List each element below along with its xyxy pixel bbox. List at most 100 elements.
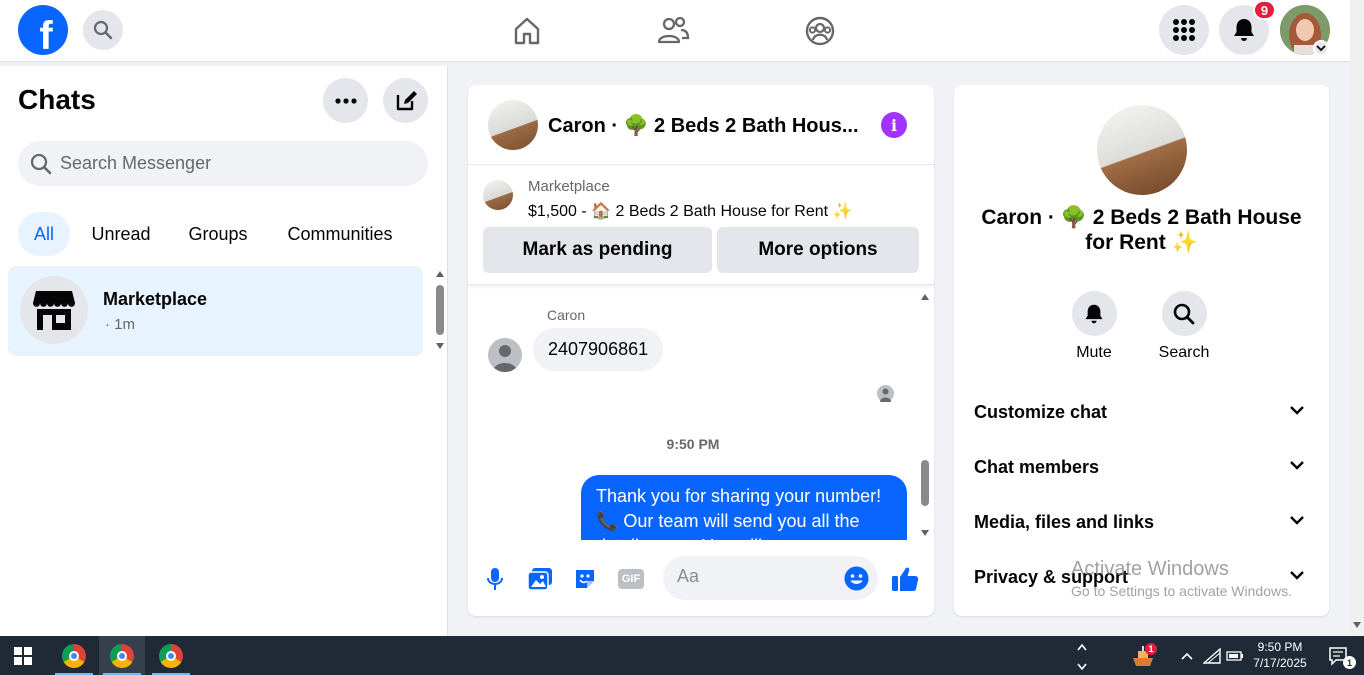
menu-grid-icon (1173, 19, 1195, 41)
mute-action[interactable]: Mute (1054, 291, 1134, 362)
taskbar-clock[interactable]: 9:50 PM 7/17/2025 (1245, 639, 1315, 671)
notification-center-count: 1 (1343, 656, 1356, 669)
sticker-button[interactable] (572, 566, 598, 592)
tab-groups[interactable]: Groups (175, 212, 261, 256)
conversation-header: Caron · 🌳 2 Beds 2 Bath Hous... i (468, 85, 934, 165)
conversation-info-button[interactable]: i (881, 112, 907, 138)
search-icon (93, 20, 113, 40)
tab-communities[interactable]: Communities (272, 212, 408, 256)
attach-photo-button[interactable] (527, 566, 553, 592)
page-scrollbar[interactable] (1350, 0, 1364, 636)
taskbar-app-with-badge[interactable]: 1 (1120, 636, 1166, 675)
chevron-up-icon (1181, 652, 1193, 660)
media-files-links-section[interactable]: Media, files and links (954, 498, 1329, 548)
chats-scrollbar[interactable] (434, 271, 446, 351)
outgoing-message-bubble[interactable]: Thank you for sharing your number! 📞 Our… (581, 475, 907, 540)
facebook-logo-letter: f (39, 14, 53, 55)
action-center-button[interactable]: 1 (1318, 636, 1358, 675)
privacy-support-section[interactable]: Privacy & support (954, 553, 1329, 603)
compose-icon (396, 90, 417, 110)
chat-list-item-marketplace[interactable]: Marketplace · 1m (8, 266, 423, 356)
default-avatar-icon (493, 345, 517, 372)
chevron-down-icon (1290, 406, 1304, 415)
new-message-button[interactable] (383, 78, 428, 123)
chrome-icon (110, 643, 134, 668)
customize-chat-section[interactable]: Customize chat (954, 388, 1329, 438)
chrome-icon (62, 643, 86, 668)
bell-icon (1234, 19, 1254, 41)
tab-all[interactable]: All (18, 212, 70, 256)
search-label: Search (1158, 344, 1210, 361)
scroll-up-arrow[interactable] (436, 271, 444, 277)
scroll-down-arrow[interactable] (921, 530, 929, 536)
scrollbar-thumb[interactable] (436, 285, 444, 335)
battery-button[interactable] (1224, 636, 1246, 675)
listing-profile-image[interactable] (1097, 105, 1187, 195)
account-menu-chevron[interactable] (1313, 40, 1329, 56)
send-like-button[interactable] (891, 566, 919, 592)
gif-button[interactable]: GIF (617, 566, 645, 592)
search-messenger-input[interactable] (60, 153, 390, 174)
top-navigation-bar: f 9 (0, 0, 1350, 62)
sender-avatar[interactable] (488, 338, 522, 372)
section-label: Media, files and links (974, 512, 1155, 532)
chrome-icon (159, 643, 183, 668)
chevron-down-icon (1290, 571, 1304, 580)
mute-button[interactable] (1071, 291, 1117, 336)
windows-taskbar: 1 9:50 PM 7/17/2025 1 (0, 636, 1364, 675)
menu-button[interactable] (1159, 5, 1209, 55)
battery-icon (1226, 650, 1243, 661)
conversation-scrollbar[interactable] (918, 290, 932, 538)
groups-nav-button[interactable] (800, 12, 840, 50)
scroll-down-arrow[interactable] (436, 343, 444, 349)
chat-timestamp: · 1m (105, 316, 135, 333)
default-avatar-icon (880, 388, 891, 402)
info-panel-title: Caron · 🌳 2 Beds 2 Bath House for Rent ✨ (981, 206, 1302, 254)
friends-nav-button[interactable] (653, 12, 693, 50)
conversation-avatar[interactable] (488, 100, 538, 150)
voice-clip-button[interactable] (482, 566, 508, 592)
incoming-message-bubble[interactable]: 2407906861 (533, 328, 664, 371)
friends-icon (657, 16, 690, 44)
message-input[interactable] (677, 566, 827, 587)
scrollbar-thumb[interactable] (921, 460, 929, 506)
network-button[interactable] (1200, 636, 1224, 675)
chat-options-button[interactable] (323, 78, 368, 123)
info-icon: i (890, 115, 898, 135)
facebook-logo[interactable]: f (18, 5, 68, 55)
mark-as-pending-button[interactable]: Mark as pending (483, 227, 712, 273)
conversation-title[interactable]: Caron · 🌳 2 Beds 2 Bath Hous... (548, 113, 859, 138)
seen-indicator-avatar (877, 385, 894, 402)
search-in-conversation-action[interactable]: Search (1144, 291, 1224, 362)
scroll-up-arrow[interactable] (921, 294, 929, 300)
chats-title: Chats (18, 84, 96, 115)
more-options-button[interactable]: More options (717, 227, 919, 273)
sender-name: Caron (547, 307, 586, 323)
more-dots-icon (334, 97, 357, 104)
chevron-up-down-icon (1077, 643, 1087, 670)
search-button[interactable] (83, 10, 123, 50)
home-nav-button[interactable] (507, 12, 547, 50)
taskbar-chrome-1[interactable] (51, 636, 97, 675)
listing-price-title[interactable]: $1,500 - 🏠 2 Beds 2 Bath House for Rent … (528, 201, 852, 221)
message-composer: GIF (468, 540, 934, 616)
search-in-conversation-button[interactable] (1161, 291, 1207, 336)
bell-icon (1085, 304, 1103, 323)
clock-time: 9:50 PM (1257, 640, 1303, 654)
taskbar-chrome-2[interactable] (99, 636, 145, 675)
listing-thumbnail[interactable] (483, 180, 513, 210)
notifications-count-badge: 9 (1253, 0, 1276, 20)
start-button[interactable] (0, 636, 46, 675)
tab-unread[interactable]: Unread (78, 212, 164, 256)
listing-source-label: Marketplace (528, 178, 610, 195)
section-label: Customize chat (974, 402, 1108, 422)
app-badge: 1 (1145, 643, 1157, 655)
chat-members-section[interactable]: Chat members (954, 443, 1329, 493)
taskbar-chrome-3[interactable] (148, 636, 194, 675)
show-hidden-icons-button[interactable] (1176, 636, 1198, 675)
home-icon (514, 17, 540, 45)
scroll-down-arrow[interactable] (1353, 622, 1361, 628)
taskbar-scroll[interactable] (1072, 636, 1092, 675)
emoji-button[interactable] (844, 566, 869, 591)
chats-sidebar: Chats All Unread Groups Communities Mark… (0, 66, 448, 636)
